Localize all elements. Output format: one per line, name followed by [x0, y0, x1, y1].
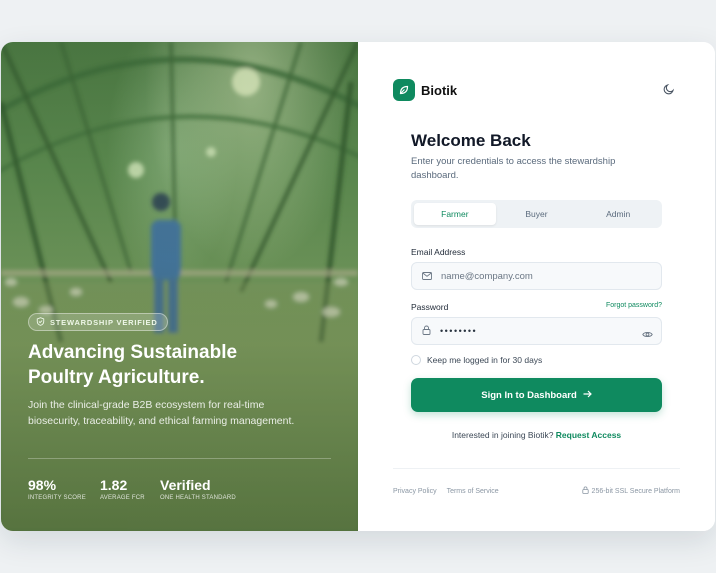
role-tabs: Farmer Buyer Admin [411, 200, 662, 228]
email-placeholder: name@company.com [441, 270, 533, 282]
email-field[interactable]: name@company.com [411, 262, 662, 290]
moon-icon[interactable] [663, 82, 677, 96]
request-access-link[interactable]: Request Access [556, 430, 621, 440]
leaf-icon [393, 79, 415, 101]
lock-icon [422, 322, 431, 340]
badge-label: STEWARDSHIP VERIFIED [50, 317, 158, 327]
stat-standard: Verified ONE HEALTH STANDARD [160, 476, 236, 501]
password-value: •••••••• [440, 326, 478, 336]
terms-of-service-link[interactable]: Terms of Service [447, 488, 499, 495]
stat-value: 98% [28, 477, 57, 493]
hero-divider [28, 458, 331, 459]
ssl-label: 256-bit SSL Secure Platform [591, 487, 680, 495]
hero-headline-line2: Poultry Agriculture. [28, 367, 205, 388]
remember-checkbox[interactable] [411, 355, 421, 365]
ssl-notice: 256-bit SSL Secure Platform [581, 486, 680, 496]
eye-icon[interactable] [642, 326, 653, 344]
lock-icon [581, 486, 589, 496]
stat-value: Verified [160, 477, 211, 493]
stat-fcr: 1.82 AVERAGE FCR [100, 476, 145, 501]
hero-panel: STEWARDSHIP VERIFIED Advancing Sustainab… [1, 42, 358, 531]
stat-label: ONE HEALTH STANDARD [160, 495, 236, 501]
hero-headline-line1: Advancing Sustainable [28, 342, 238, 363]
shield-check-icon [36, 316, 45, 328]
tab-farmer[interactable]: Farmer [414, 203, 496, 225]
password-field[interactable]: •••••••• [411, 317, 662, 345]
stat-label: INTEGRITY SCORE [28, 495, 86, 501]
remember-me[interactable]: Keep me logged in for 30 days [411, 355, 542, 365]
stat-value: 1.82 [100, 477, 128, 493]
privacy-policy-link[interactable]: Privacy Policy [393, 488, 437, 495]
mail-icon [422, 267, 432, 285]
join-text: Interested in joining Biotik? [451, 430, 554, 440]
stewardship-badge: STEWARDSHIP VERIFIED [28, 313, 168, 331]
remember-label: Keep me logged in for 30 days [427, 355, 543, 365]
arrow-right-icon [583, 390, 592, 401]
hero-description: Join the clinical-grade B2B ecosystem fo… [28, 399, 295, 427]
footer: Privacy Policy Terms of Service 256-bit … [393, 486, 680, 496]
sign-in-button[interactable]: Sign In to Dashboard [411, 378, 662, 412]
brand-name: Biotik [421, 82, 458, 98]
page-subtitle: Enter your credentials to access the ste… [411, 156, 616, 181]
page-title: Welcome Back [411, 131, 531, 150]
password-label: Password [411, 302, 449, 312]
stat-integrity: 98% INTEGRITY SCORE [28, 476, 86, 501]
stat-label: AVERAGE FCR [100, 495, 145, 501]
brand-logo[interactable]: Biotik [393, 79, 457, 101]
email-label: Email Address [411, 247, 466, 257]
login-panel: Biotik Welcome Back Enter your credentia… [358, 42, 715, 531]
tab-buyer[interactable]: Buyer [496, 203, 578, 225]
login-card: STEWARDSHIP VERIFIED Advancing Sustainab… [1, 42, 715, 531]
forgot-password-link[interactable]: Forgot password? [606, 302, 662, 309]
footer-divider [393, 468, 680, 469]
hero-headline: Advancing Sustainable Poultry Agricultur… [28, 340, 328, 390]
request-access-row: Interested in joining Biotik? Request Ac… [358, 430, 715, 440]
sign-in-label: Sign In to Dashboard [481, 389, 577, 401]
tab-admin[interactable]: Admin [577, 203, 659, 225]
